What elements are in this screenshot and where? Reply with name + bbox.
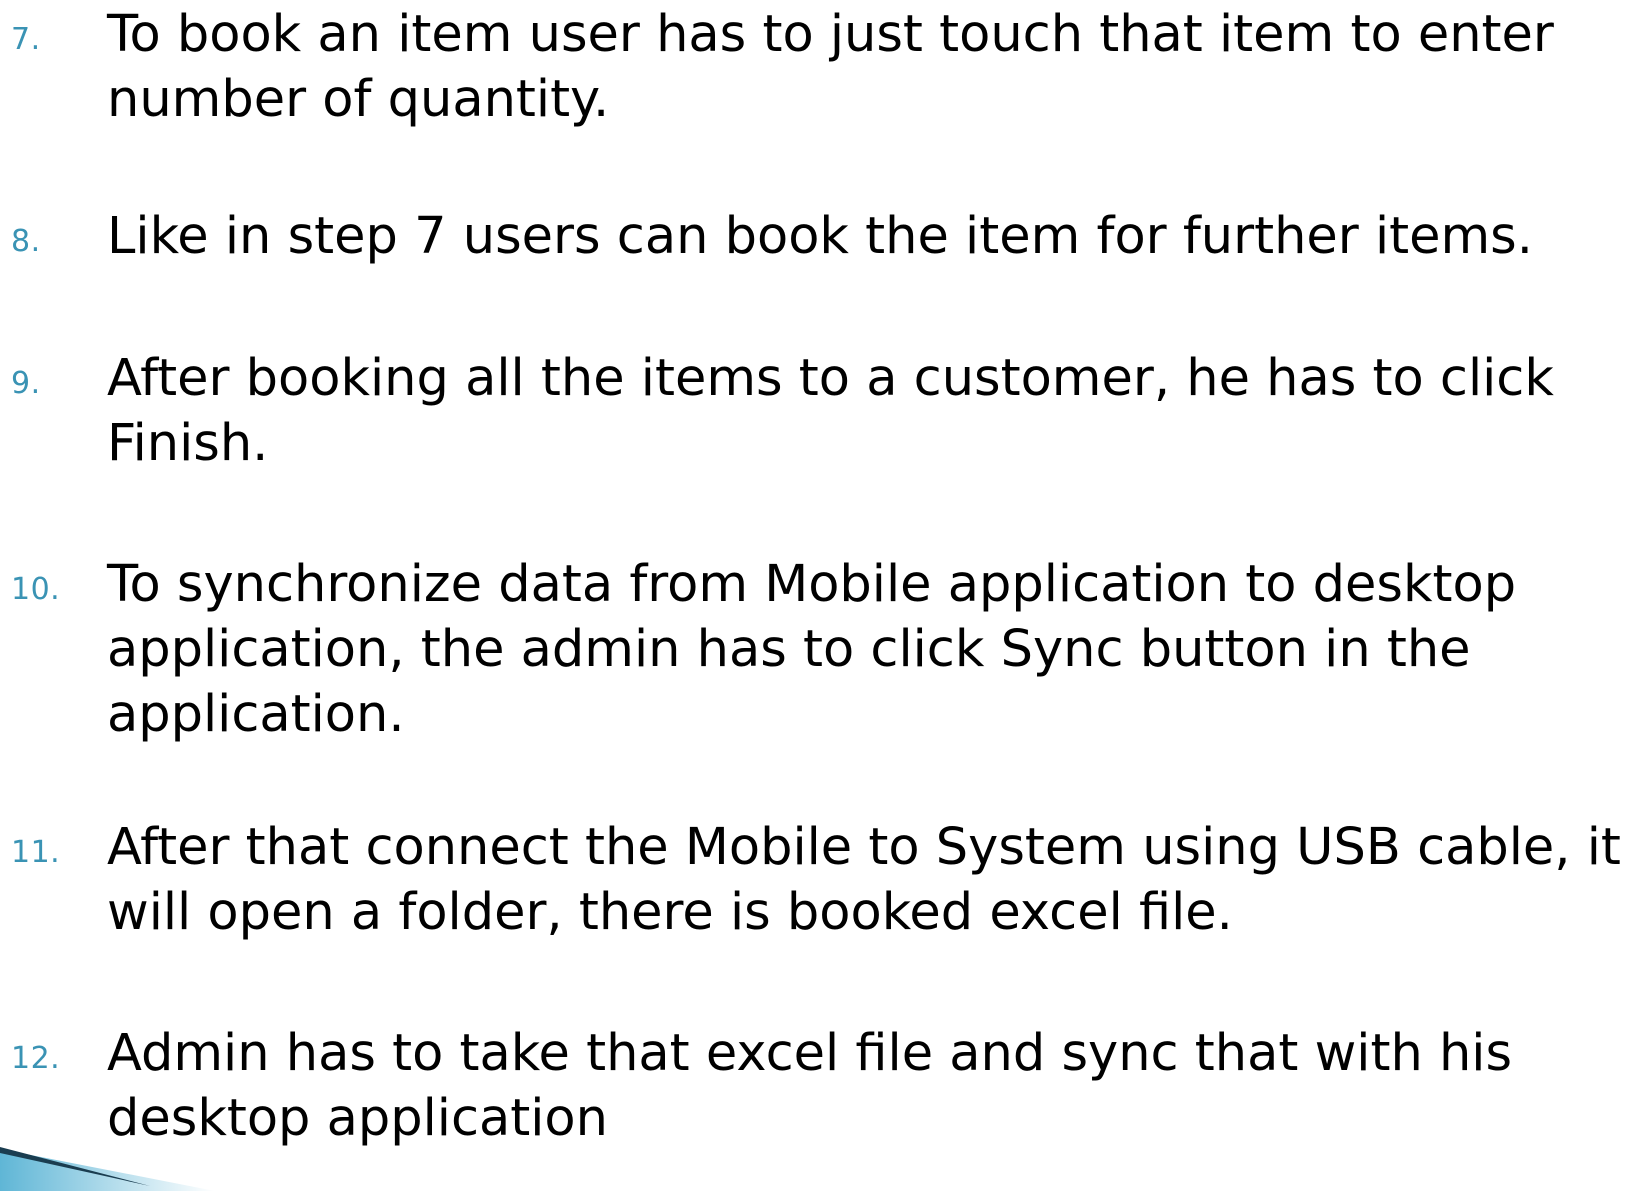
text-line: will open a folder, there is booked exce…: [107, 883, 1233, 942]
slide: 7. To book an item user has to just touc…: [0, 0, 1641, 1191]
list-number: 10.: [11, 572, 61, 607]
text-line: To book an item user has to just touch t…: [107, 5, 1554, 64]
slide-corner-swoosh-icon: [0, 1147, 215, 1191]
text-line: After booking all the items to a custome…: [107, 349, 1554, 408]
list-number: 11.: [11, 835, 61, 870]
list-number: 7.: [11, 22, 41, 57]
list-text: After booking all the items to a custome…: [107, 346, 1641, 476]
text-line: Admin has to take that excel file and sy…: [107, 1024, 1513, 1083]
list-text: To book an item user has to just touch t…: [107, 2, 1641, 132]
list-number: 8.: [11, 224, 41, 259]
text-line: Like in step 7 users can book the item f…: [107, 207, 1533, 266]
list-text: Like in step 7 users can book the item f…: [107, 204, 1641, 269]
text-line: number of quantity.: [107, 70, 610, 129]
list-text: After that connect the Mobile to System …: [107, 815, 1641, 945]
text-line: After that connect the Mobile to System …: [107, 818, 1621, 877]
text-line: To synchronize data from Mobile applicat…: [107, 555, 1517, 614]
list-text: To synchronize data from Mobile applicat…: [107, 552, 1641, 747]
text-line: desktop application: [107, 1089, 608, 1148]
text-line: application, the admin has to click Sync…: [107, 620, 1471, 679]
corner-swoosh-light: [0, 1149, 215, 1191]
text-line: application.: [107, 685, 405, 744]
list-number: 12.: [11, 1041, 61, 1076]
list-number: 9.: [11, 366, 41, 401]
text-line: Finish.: [107, 414, 269, 473]
list-text: Admin has to take that excel file and sy…: [107, 1021, 1641, 1151]
